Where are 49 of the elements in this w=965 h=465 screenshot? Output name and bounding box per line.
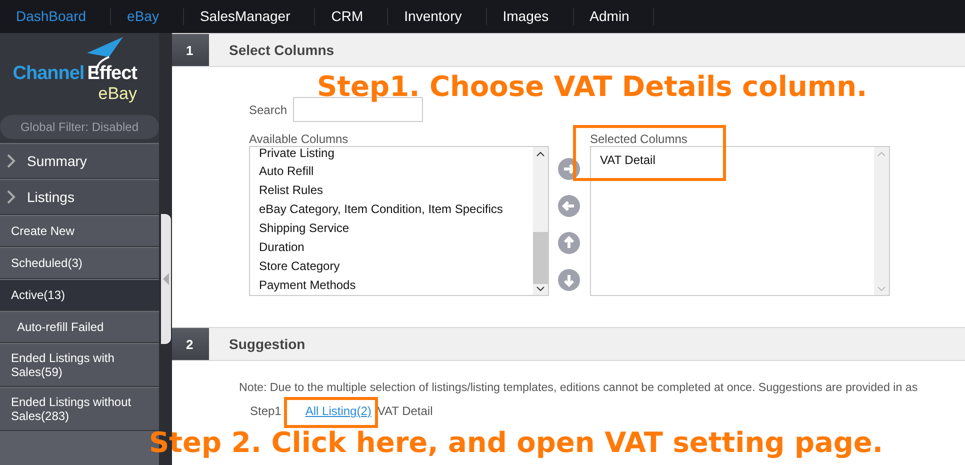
list-option[interactable]: Payment Methods [259,276,533,295]
logo-text: Effect [87,63,137,85]
list-option[interactable]: Private Listing [259,147,533,162]
section-header: 2 Suggestion [172,327,965,361]
list-option[interactable]: Relist Rules [259,181,533,200]
sidebar-item[interactable]: Listings [0,179,159,215]
scroll-up-icon[interactable] [536,151,545,157]
available-columns-list[interactable]: Private Listing Auto Refill Relist Rules eBay Category, Item Condition, Item Specifics Shipping Service Duration Store Category Payment Methods [249,146,549,296]
selected-columns-label: Selected Columns [590,132,688,146]
sidebar-item[interactable]: Summary [0,143,159,179]
annotation-text: Step1. Choose VAT Details column. [317,70,868,103]
nav-tab[interactable]: CRM [315,8,388,25]
section-header: 1 Select Columns [172,33,965,67]
move-left-button[interactable] [558,195,580,217]
nav-tab[interactable]: Inventory [388,8,487,25]
list-option[interactable]: Auto Refill [259,162,533,181]
step-text: VAT Detail [377,404,433,418]
collapse-arrow-icon [162,273,168,285]
sidebar-item[interactable]: Create New [0,215,159,247]
logo-product-text: eBay [98,85,137,103]
move-down-button[interactable] [558,269,580,291]
search-label: Search [249,102,288,116]
collapse-handle[interactable] [160,214,170,344]
sidebar-item[interactable]: Active(13) [0,279,159,311]
nav-tab[interactable]: DashBoard [0,8,112,25]
note-text: Note: Due to the multiple selection of listings/listing templates, editions cannot be completed at once. Suggestions are provided in as [239,381,919,394]
sidebar-item[interactable]: Ended Listings with Sales(59) [0,343,159,387]
available-columns-label: Available Columns [249,132,350,146]
nav-tab[interactable]: eBay [111,8,184,25]
list-option[interactable]: eBay Category, Item Condition, Item Specifics [259,200,533,219]
move-up-button[interactable] [558,232,580,254]
nav-tab[interactable]: Admin [574,8,654,25]
nav-tab[interactable]: Images [486,8,574,25]
list-option[interactable]: Duration [259,238,533,257]
all-listing-link[interactable]: All Listing(2) [305,404,372,418]
list-option[interactable]: Store Category [259,257,533,276]
sidebar-item[interactable]: Auto-refill Failed [0,311,159,343]
step-label: Step1 [250,404,282,418]
selected-columns-list[interactable]: VAT Detail [590,146,890,296]
list-option[interactable]: Shipping Service [259,219,533,238]
sidebar-item[interactable]: Scheduled(3) [0,247,159,279]
chevron-icon [6,154,16,168]
scroll-down-icon[interactable] [536,286,545,292]
chevron-icon [6,190,16,204]
scrollbar[interactable] [533,147,548,295]
nav-tab[interactable]: SalesManager [184,8,316,25]
logo-text: Channel [12,63,84,85]
sidebar-item[interactable]: Ended Listings without Sales(283) [0,387,159,431]
list-option[interactable]: VAT Detail [600,151,874,170]
